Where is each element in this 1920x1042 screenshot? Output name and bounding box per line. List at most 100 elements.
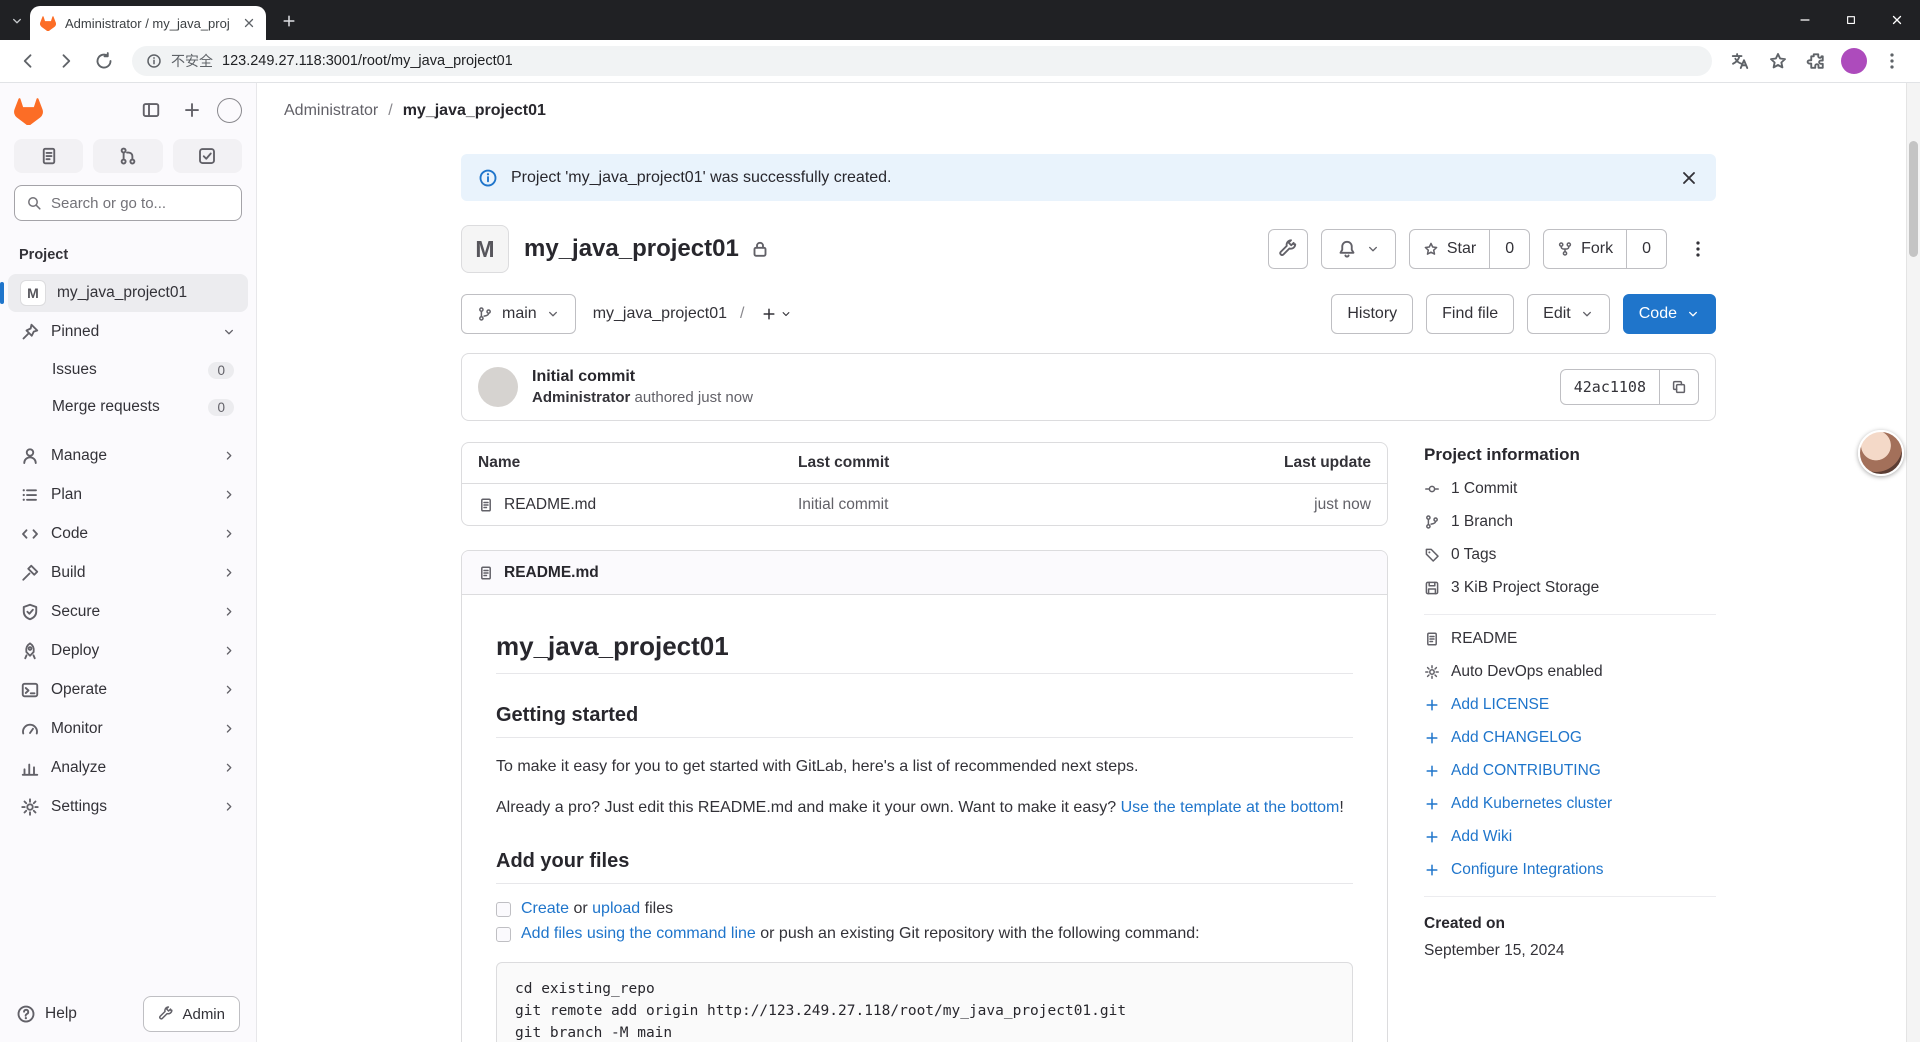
fork-button[interactable]: Fork: [1544, 230, 1626, 268]
create-link[interactable]: Create: [521, 900, 569, 917]
commit-count[interactable]: 1 Commit: [1424, 480, 1716, 498]
reload-button[interactable]: [86, 43, 122, 79]
star-count[interactable]: 0: [1489, 230, 1529, 268]
help-button[interactable]: Help: [16, 1004, 77, 1024]
window-close-button[interactable]: [1874, 0, 1920, 40]
add-license-link[interactable]: Add LICENSE: [1451, 696, 1549, 714]
add-changelog-link[interactable]: Add CHANGELOG: [1451, 729, 1582, 747]
storage-size-link[interactable]: 3 KiB Project Storage: [1451, 579, 1599, 597]
configure-integrations[interactable]: Configure Integrations: [1424, 861, 1716, 879]
alert-close-button[interactable]: [1679, 168, 1699, 188]
sidebar-item-merge-requests[interactable]: Merge requests 0: [8, 389, 248, 425]
window-maximize-button[interactable]: [1828, 0, 1874, 40]
sidebar-item-monitor[interactable]: Monitor: [8, 710, 248, 748]
branch-count[interactable]: 1 Branch: [1424, 513, 1716, 531]
create-new-button[interactable]: [176, 94, 208, 126]
back-button[interactable]: [10, 43, 46, 79]
sidebar-item-plan[interactable]: Plan: [8, 476, 248, 514]
sidebar-item-project[interactable]: M my_java_project01: [0, 274, 248, 312]
issues-icon: [39, 146, 59, 166]
repo-path[interactable]: my_java_project01: [593, 305, 727, 323]
tab-menu-chevron-icon[interactable]: [10, 14, 24, 28]
user-avatar[interactable]: [217, 97, 242, 123]
file-link-readme[interactable]: README.md: [504, 496, 596, 514]
find-file-button[interactable]: Find file: [1426, 294, 1515, 334]
project-settings-button[interactable]: [1267, 229, 1308, 269]
readme-header[interactable]: README.md: [462, 551, 1387, 595]
fork-count[interactable]: 0: [1626, 230, 1666, 268]
search-box[interactable]: Search or go to...: [14, 185, 242, 221]
commit-count-link[interactable]: 1 Commit: [1451, 480, 1517, 498]
command-line-link[interactable]: Add files using the command line: [521, 925, 756, 942]
translate-button[interactable]: [1722, 43, 1758, 79]
auto-devops[interactable]: Auto DevOps enabled: [1424, 663, 1716, 681]
sidebar-toggle-button[interactable]: [135, 94, 167, 126]
add-kubernetes-cluster-link[interactable]: Add Kubernetes cluster: [1451, 795, 1612, 813]
tag-count[interactable]: 0 Tags: [1424, 546, 1716, 564]
sidebar-item-issues[interactable]: Issues 0: [8, 352, 248, 388]
sidebar-item-secure[interactable]: Secure: [8, 593, 248, 631]
add-wiki[interactable]: Add Wiki: [1424, 828, 1716, 846]
url-text[interactable]: 123.249.27.118:3001/root/my_java_project…: [222, 53, 1698, 69]
storage-size[interactable]: 3 KiB Project Storage: [1424, 579, 1716, 597]
add-file-dropdown[interactable]: [757, 302, 796, 326]
add-changelog[interactable]: Add CHANGELOG: [1424, 729, 1716, 747]
page-scrollbar[interactable]: [1906, 83, 1920, 1042]
add-kubernetes-cluster[interactable]: Add Kubernetes cluster: [1424, 795, 1716, 813]
floating-assistant-avatar[interactable]: [1858, 430, 1904, 476]
template-link[interactable]: Use the template at the bottom: [1121, 799, 1340, 816]
sidebar-item-settings[interactable]: Settings: [8, 788, 248, 826]
sidebar-item-analyze[interactable]: Analyze: [8, 749, 248, 787]
sidebar-item-pinned[interactable]: Pinned: [8, 313, 248, 351]
sidebar-item-code[interactable]: Code: [8, 515, 248, 553]
more-actions-button[interactable]: [1680, 229, 1716, 269]
code-label: Code: [1638, 305, 1677, 322]
sidebar-item-build[interactable]: Build: [8, 554, 248, 592]
branch-selector[interactable]: main: [461, 294, 576, 334]
scrollbar-thumb[interactable]: [1909, 141, 1918, 257]
gitlab-logo[interactable]: [14, 96, 43, 125]
window-minimize-button[interactable]: [1782, 0, 1828, 40]
site-security-icon[interactable]: [146, 53, 162, 69]
browser-profile-avatar[interactable]: [1841, 48, 1867, 74]
copy-sha-button[interactable]: [1659, 370, 1698, 404]
merge-requests-shortcut-button[interactable]: [93, 139, 163, 173]
edit-dropdown-button[interactable]: Edit: [1527, 294, 1610, 334]
browser-menu-button[interactable]: [1874, 43, 1910, 79]
notifications-button[interactable]: [1320, 229, 1396, 269]
sidebar-item-operate[interactable]: Operate: [8, 671, 248, 709]
auto-devops-link[interactable]: Auto DevOps enabled: [1451, 663, 1603, 681]
table-row[interactable]: README.md Initial commit just now: [462, 484, 1387, 525]
commit-title-link[interactable]: Initial commit: [532, 368, 753, 386]
tag-count-link[interactable]: 0 Tags: [1451, 546, 1496, 564]
commit-author-link[interactable]: Administrator: [532, 389, 630, 406]
issues-shortcut-button[interactable]: [14, 139, 84, 173]
add-contributing-link[interactable]: Add CONTRIBUTING: [1451, 762, 1601, 780]
code-block[interactable]: cd existing_repo git remote add origin h…: [496, 962, 1353, 1042]
browser-tab[interactable]: Administrator / my_java_proj: [30, 6, 266, 40]
upload-link[interactable]: upload: [592, 900, 640, 917]
address-bar[interactable]: 不安全 123.249.27.118:3001/root/my_java_pro…: [132, 46, 1712, 76]
configure-integrations-link[interactable]: Configure Integrations: [1451, 861, 1604, 879]
tab-close-icon[interactable]: [242, 16, 256, 30]
sidebar-item-deploy[interactable]: Deploy: [8, 632, 248, 670]
readme-link[interactable]: README: [1451, 630, 1517, 648]
breadcrumb-administrator[interactable]: Administrator: [284, 102, 378, 120]
row-commit-link[interactable]: Initial commit: [798, 496, 1201, 514]
new-tab-button[interactable]: [274, 6, 304, 36]
history-button[interactable]: History: [1331, 294, 1414, 334]
extensions-button[interactable]: [1798, 43, 1834, 79]
forward-button[interactable]: [48, 43, 84, 79]
star-button[interactable]: Star: [1410, 230, 1489, 268]
admin-button[interactable]: Admin: [143, 996, 240, 1032]
sidebar-item-manage[interactable]: Manage: [8, 437, 248, 475]
security-label[interactable]: 不安全: [171, 51, 213, 71]
add-contributing[interactable]: Add CONTRIBUTING: [1424, 762, 1716, 780]
bookmark-button[interactable]: [1760, 43, 1796, 79]
todo-shortcut-button[interactable]: [172, 139, 242, 173]
add-wiki-link[interactable]: Add Wiki: [1451, 828, 1512, 846]
code-dropdown-button[interactable]: Code: [1622, 294, 1716, 334]
branch-count-link[interactable]: 1 Branch: [1451, 513, 1513, 531]
add-license[interactable]: Add LICENSE: [1424, 696, 1716, 714]
commit-author-avatar[interactable]: [478, 367, 518, 407]
